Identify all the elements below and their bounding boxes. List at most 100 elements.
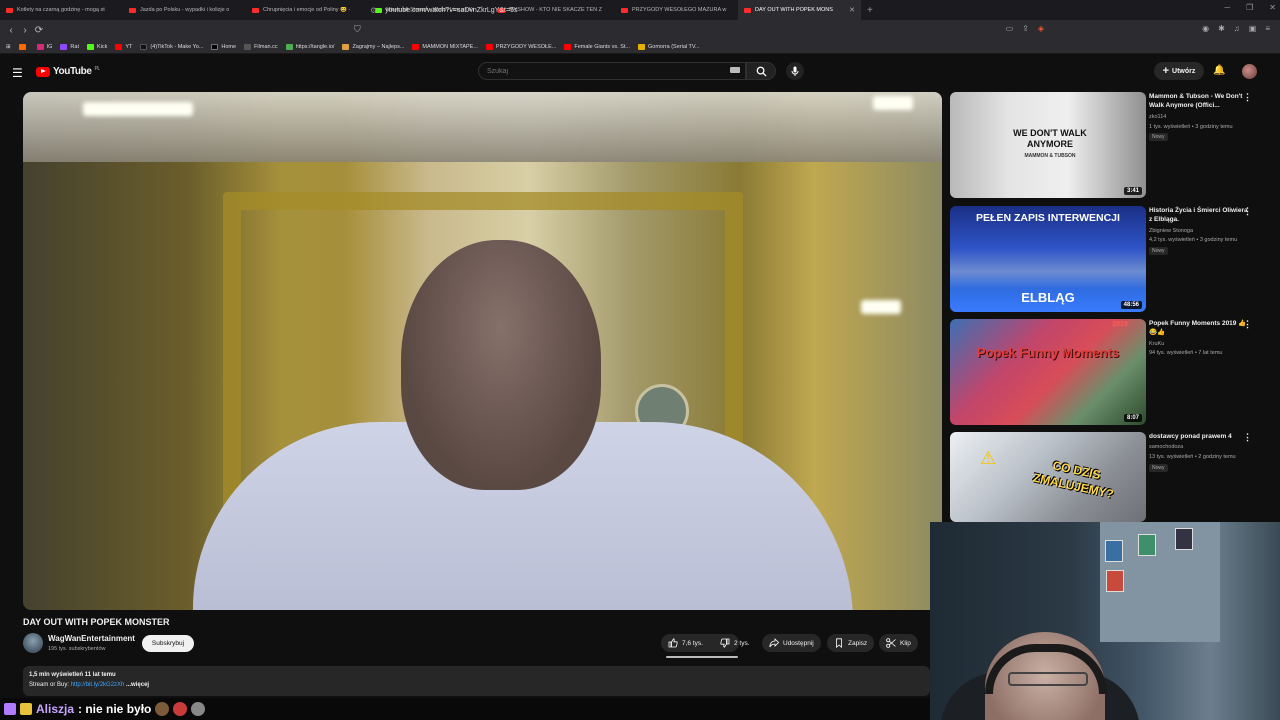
- chat-emote-icon: [155, 702, 170, 716]
- chat-emote-icon: [173, 702, 188, 716]
- thumbnail-text: PEŁEN ZAPIS INTERWENCJI: [976, 212, 1120, 224]
- dislike-button[interactable]: 2 tys.: [713, 634, 757, 652]
- webcam-poster: [1106, 570, 1124, 592]
- thumbnail-subtext: MAMMON & TUBSON: [1024, 153, 1076, 159]
- bookmark-item[interactable]: YT: [115, 43, 132, 50]
- bookmark-item[interactable]: Home: [211, 43, 236, 50]
- dislike-count: 2 tys.: [734, 639, 750, 647]
- browser-toolbar-icons: ▭ ⇪ ◈ ◉ ✱ ♫ ▣ ≡: [1006, 24, 1270, 33]
- search-button[interactable]: [746, 62, 776, 80]
- bookmark-item[interactable]: Kick: [86, 43, 107, 50]
- bookmarks-bar: ⊞ IG Rat Kick YT (4)TikTok - Make Yo... …: [0, 40, 1280, 54]
- account-avatar[interactable]: [1242, 64, 1257, 79]
- recommendation-thumbnail[interactable]: CO DZIS ZMALUJEMY? ⚠: [950, 432, 1146, 522]
- youtube-logo[interactable]: YouTube PL: [36, 66, 100, 77]
- logo-text: YouTube: [53, 66, 92, 77]
- video-frame-light: [873, 96, 913, 110]
- recommendation-channel[interactable]: samochodoza: [1149, 444, 1183, 450]
- search-icon: [756, 66, 767, 77]
- more-options-icon[interactable]: ⋮: [1243, 432, 1252, 443]
- menu-icon[interactable]: ≡: [1265, 24, 1270, 33]
- recommendation-item[interactable]: WE DON'T WALK ANYMORE MAMMON & TUBSON 3:…: [950, 92, 1268, 198]
- scissors-icon: [886, 638, 896, 648]
- plus-icon: +: [1162, 65, 1170, 77]
- share-icon[interactable]: ⇪: [1022, 24, 1029, 33]
- stream-chat-overlay: Aliszja : nie nie było: [0, 698, 930, 720]
- like-button[interactable]: 7,6 tys.: [668, 638, 703, 648]
- recommendation-item[interactable]: PEŁEN ZAPIS INTERWENCJI ELBLĄG 48:56 His…: [950, 206, 1268, 312]
- recommendation-title[interactable]: Historia Życia i Śmierci Oliwiera z Elbl…: [1149, 206, 1249, 224]
- show-more-link[interactable]: ...więcej: [124, 682, 149, 688]
- bookmark-item[interactable]: IG: [36, 43, 52, 50]
- description-text: Stream or Buy: http://bit.ly/2kG2zXh ...…: [29, 682, 150, 688]
- subscribe-button[interactable]: Subskrybuj: [142, 635, 194, 652]
- bookmark-item[interactable]: PRZYGODY WESOŁE...: [485, 43, 556, 50]
- apps-icon[interactable]: ⊞: [6, 44, 11, 50]
- tab-label: Jazda po Polsku - wypadki i kolizje o: [140, 7, 230, 13]
- bookmark-item[interactable]: Rat: [60, 43, 79, 50]
- description-link[interactable]: http://bit.ly/2kG2zXh: [71, 682, 125, 688]
- create-button[interactable]: + Utwórz: [1154, 62, 1204, 80]
- video-player[interactable]: [23, 92, 942, 610]
- forward-icon[interactable]: ›: [18, 25, 32, 36]
- keyboard-icon[interactable]: [730, 67, 740, 73]
- bookmark-item[interactable]: Female Giants vs. St...: [564, 43, 630, 50]
- bookmark-item[interactable]: Gomorra (Serial TV...: [637, 43, 700, 50]
- screenshot-icon[interactable]: ▭: [1006, 24, 1014, 33]
- browser-tab[interactable]: Jazda po Polsku - wypadki i kolizje o: [123, 0, 246, 20]
- window-controls: ─ ❐ ✕: [1224, 3, 1276, 12]
- share-button[interactable]: Udostępnij: [762, 634, 821, 652]
- recommendation-thumbnail[interactable]: PEŁEN ZAPIS INTERWENCJI ELBLĄG 48:56: [950, 206, 1146, 312]
- search-input[interactable]: [478, 62, 746, 80]
- more-options-icon[interactable]: ⋮: [1243, 206, 1252, 217]
- browser-tab[interactable]: Kotlety na czarną godzinę - mogą st: [0, 0, 123, 20]
- like-ratio-bar: [666, 656, 738, 658]
- bookmark-item[interactable]: MAMMON MIXTAPE...: [412, 43, 478, 50]
- thumbnail-subtext: ELBLĄG: [1021, 290, 1075, 305]
- recommendation-title[interactable]: Mammon & Tubson - We Don't Walk Anymore …: [1149, 92, 1249, 110]
- site-info-icon[interactable]: ⚙: [370, 6, 377, 15]
- bookmark-item[interactable]: Zagrajmy – Najleps...: [342, 43, 404, 50]
- browser-tab[interactable]: Chrupnięcia i emocje od Poliny 😆 -: [246, 0, 369, 20]
- recommendation-channel[interactable]: Zbigniew Stonoga: [1149, 228, 1193, 234]
- back-icon[interactable]: ‹: [4, 25, 18, 36]
- channel-avatar[interactable]: [23, 633, 43, 653]
- thumbnail-subtext: 2019: [1112, 321, 1128, 328]
- tab-label: Kotlety na czarną godzinę - mogą st: [17, 7, 105, 13]
- bookmark-page-icon[interactable]: ⛉: [354, 24, 361, 35]
- recommendation-meta: 1 tys. wyświetleń • 3 godziny temu: [1149, 124, 1233, 130]
- notifications-bell-icon[interactable]: 🔔: [1213, 65, 1225, 76]
- maximize-icon[interactable]: ❐: [1246, 3, 1253, 12]
- bookmark-item[interactable]: (4)TikTok - Make Yo...: [140, 43, 203, 50]
- voice-search-button[interactable]: [786, 62, 804, 80]
- reload-icon[interactable]: ⟳: [32, 25, 46, 36]
- puzzle-icon[interactable]: ✱: [1218, 24, 1225, 33]
- recommendation-title[interactable]: dostawcy ponad prawem 4: [1149, 432, 1249, 441]
- bookmark-item[interactable]: [18, 43, 29, 50]
- description-box[interactable]: [23, 666, 930, 696]
- bookmark-item[interactable]: Filman.cc: [244, 43, 278, 50]
- brave-shield-icon[interactable]: ◈: [1038, 24, 1044, 33]
- hamburger-menu-icon[interactable]: ☰: [12, 66, 23, 80]
- recommendation-channel[interactable]: KruKu: [1149, 341, 1164, 347]
- wallet-icon[interactable]: ▣: [1249, 24, 1257, 33]
- save-button[interactable]: Zapisz: [827, 634, 875, 652]
- recommendation-thumbnail[interactable]: WE DON'T WALK ANYMORE MAMMON & TUBSON 3:…: [950, 92, 1146, 198]
- url-field[interactable]: ⚙ youtube.com/watch?v=saDvnZkrLgY&t=5s: [370, 2, 910, 18]
- clip-button[interactable]: Klip: [879, 634, 918, 652]
- recommendation-title[interactable]: Popek Funny Moments 2019 👍😂👍: [1149, 319, 1249, 337]
- minimize-icon[interactable]: ─: [1224, 3, 1230, 12]
- recommendation-item[interactable]: Popek Funny Moments 2019 8:07 Popek Funn…: [950, 319, 1268, 425]
- like-count: 7,6 tys.: [682, 639, 703, 647]
- channel-name[interactable]: WagWanEntertainment: [48, 634, 135, 643]
- thumbs-up-icon: [668, 638, 678, 648]
- media-icon[interactable]: ♫: [1234, 24, 1240, 33]
- bookmark-item[interactable]: https://tangle.io/: [285, 43, 334, 50]
- recommendation-channel[interactable]: zko114: [1149, 114, 1166, 120]
- webcam-poster: [1138, 534, 1156, 556]
- recommendation-thumbnail[interactable]: Popek Funny Moments 2019 8:07: [950, 319, 1146, 425]
- more-options-icon[interactable]: ⋮: [1243, 92, 1252, 103]
- more-options-icon[interactable]: ⋮: [1243, 319, 1252, 330]
- extension-icon[interactable]: ◉: [1202, 24, 1209, 33]
- close-window-icon[interactable]: ✕: [1269, 3, 1276, 12]
